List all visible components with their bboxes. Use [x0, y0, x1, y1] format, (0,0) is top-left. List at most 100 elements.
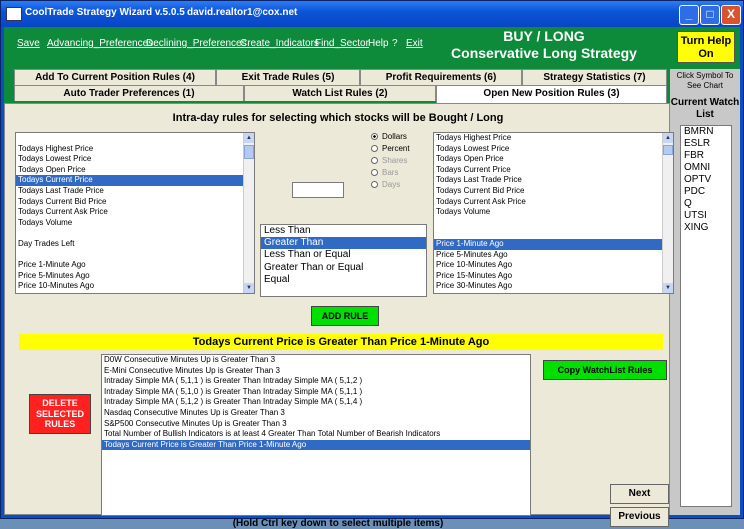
tab-auto-trader-preferences[interactable]: Auto Trader Preferences (1) — [14, 85, 244, 101]
list-item[interactable]: Todays Lowest Price — [16, 154, 254, 165]
scroll-up-icon[interactable]: ▲ — [663, 133, 673, 143]
unit-bars-radio[interactable]: Bars — [371, 168, 398, 177]
watchlist-sidebar: Click Symbol To See Chart Current Watch … — [670, 69, 740, 515]
watchlist-symbol[interactable]: ESLR — [681, 138, 731, 150]
tab-open-new-position-rules[interactable]: Open New Position Rules (3) — [436, 85, 667, 103]
list-item[interactable]: Price 10-Minutes Ago — [16, 281, 254, 292]
operator-item[interactable]: Greater Than or Equal — [261, 262, 426, 274]
list-item[interactable]: Todays Current Price — [434, 165, 673, 176]
watchlist-symbol[interactable]: UTSI — [681, 210, 731, 222]
menu-bar: Save Advancing_Preferences Declining_Pre… — [4, 27, 670, 69]
list-item[interactable]: Day Trades Left — [16, 239, 254, 250]
rule-item[interactable]: S&P500 Consecutive Minutes Up is Greater… — [102, 419, 530, 430]
list-item[interactable]: Todays Highest Price — [434, 133, 673, 144]
watchlist-title: Current Watch List — [670, 97, 740, 120]
add-rule-button[interactable]: ADD RULE — [311, 306, 379, 326]
unit-days-radio[interactable]: Days — [371, 180, 400, 189]
tab-profit-requirements[interactable]: Profit Requirements (6) — [360, 69, 522, 85]
operator-item-selected[interactable]: Greater Than — [261, 237, 426, 250]
watchlist-symbol[interactable]: Q — [681, 198, 731, 210]
list-item[interactable]: Todays Volume — [16, 218, 254, 229]
scroll-thumb[interactable] — [244, 145, 254, 159]
rule-item[interactable]: Total Number of Bullish Indicators is at… — [102, 429, 530, 440]
unit-percent-radio[interactable]: Percent — [371, 144, 410, 153]
menu-exit[interactable]: Exit — [406, 38, 423, 49]
list-item[interactable]: Todays Last Trade Price — [16, 186, 254, 197]
value-input[interactable] — [292, 182, 344, 198]
right-field-list[interactable]: Todays Highest Price Todays Lowest Price… — [433, 132, 674, 294]
current-rule-preview: Todays Current Price is Greater Than Pri… — [19, 334, 663, 350]
rule-item[interactable]: Intraday Simple MA ( 5,1,2 ) is Greater … — [102, 397, 530, 408]
scroll-down-icon[interactable]: ▼ — [244, 283, 254, 293]
copy-watchlist-rules-button[interactable]: Copy WatchList Rules — [543, 360, 667, 380]
menu-advancing-preferences[interactable]: Advancing_Preferences — [47, 38, 153, 49]
list-item[interactable]: Todays Open Price — [434, 154, 673, 165]
close-button[interactable]: X — [721, 5, 741, 25]
list-item[interactable]: Todays Volume — [434, 207, 673, 218]
list-item[interactable]: Todays Current Ask Price — [16, 207, 254, 218]
title-bar[interactable]: CoolTrade Strategy Wizard v.5.0.5 david.… — [1, 1, 743, 27]
operator-item[interactable]: Equal — [261, 274, 426, 286]
watchlist-symbol[interactable]: BMRN — [681, 126, 731, 138]
tab-watch-list-rules[interactable]: Watch List Rules (2) — [244, 85, 436, 101]
menu-question[interactable]: ? — [392, 38, 398, 49]
client-area: Save Advancing_Preferences Declining_Pre… — [4, 27, 740, 529]
rule-item[interactable]: D0W Consecutive Minutes Up is Greater Th… — [102, 355, 530, 366]
list-item[interactable]: Todays Last Trade Price — [434, 175, 673, 186]
list-item-selected[interactable]: Price 1-Minute Ago — [434, 238, 673, 250]
scroll-down-icon[interactable]: ▼ — [663, 283, 673, 293]
turn-help-on-button[interactable]: Turn Help On — [677, 31, 735, 63]
rule-item[interactable]: E-Mini Consecutive Minutes Up is Greater… — [102, 366, 530, 377]
watchlist-symbol[interactable]: XING — [681, 222, 731, 234]
unit-shares-radio[interactable]: Shares — [371, 156, 407, 165]
list-item[interactable]: Price 30-Minutes Ago — [434, 281, 673, 292]
list-item[interactable]: Todays Open Price — [16, 165, 254, 176]
menu-create-indicators[interactable]: Create_Indicators — [240, 38, 319, 49]
list-item-selected[interactable]: Todays Current Price — [16, 175, 254, 186]
rule-item[interactable]: Nasdaq Consecutive Minutes Up is Greater… — [102, 408, 530, 419]
list-item[interactable]: Todays Current Bid Price — [16, 197, 254, 208]
next-button[interactable]: Next — [610, 484, 669, 504]
left-list-scrollbar[interactable]: ▲ ▼ — [243, 133, 254, 293]
operator-item[interactable]: Less Than — [261, 225, 426, 237]
list-item[interactable]: Todays Current Ask Price — [434, 197, 673, 208]
list-item[interactable]: Price 15-Minutes Ago — [434, 271, 673, 282]
unit-dollars-radio[interactable]: Dollars — [371, 132, 407, 141]
rules-list[interactable]: D0W Consecutive Minutes Up is Greater Th… — [101, 354, 531, 516]
list-item[interactable]: Price 5-Minutes Ago — [16, 271, 254, 282]
scroll-up-icon[interactable]: ▲ — [244, 133, 254, 143]
list-item[interactable]: Price 10-Minutes Ago — [434, 260, 673, 271]
panel-heading: Intra-day rules for selecting which stoc… — [172, 112, 504, 124]
tab-add-to-current-position[interactable]: Add To Current Position Rules (4) — [14, 69, 216, 85]
menu-save[interactable]: Save — [17, 38, 40, 49]
rule-item[interactable]: Intraday Simple MA ( 5,1,0 ) is Greater … — [102, 387, 530, 398]
menu-find-sector[interactable]: Find_Sector — [315, 38, 369, 49]
watchlist-list[interactable]: BMRN ESLR FBR OMNI OPTV PDC Q UTSI XING — [680, 125, 732, 507]
maximize-button[interactable]: □ — [700, 5, 720, 25]
rule-item[interactable]: Intraday Simple MA ( 5,1,1 ) is Greater … — [102, 376, 530, 387]
list-item[interactable]: Todays Lowest Price — [434, 144, 673, 155]
menu-declining-preferences[interactable]: Declining_Preferences — [146, 38, 247, 49]
tab-strategy-statistics[interactable]: Strategy Statistics (7) — [522, 69, 667, 85]
tab-exit-trade-rules[interactable]: Exit Trade Rules (5) — [216, 69, 360, 85]
list-item[interactable]: Price 1-Minute Ago — [16, 260, 254, 271]
left-field-list[interactable]: Todays Highest Price Todays Lowest Price… — [15, 132, 255, 294]
watchlist-symbol[interactable]: OMNI — [681, 162, 731, 174]
strategy-name: Conservative Long Strategy — [451, 45, 637, 61]
watchlist-symbol[interactable]: OPTV — [681, 174, 731, 186]
menu-help[interactable]: Help — [368, 38, 389, 49]
delete-selected-rules-button[interactable]: DELETE SELECTED RULES — [29, 394, 91, 434]
right-list-scrollbar[interactable]: ▲ ▼ — [662, 133, 673, 293]
operator-item[interactable]: Less Than or Equal — [261, 249, 426, 261]
rule-item-selected[interactable]: Todays Current Price is Greater Than Pri… — [102, 439, 530, 451]
watchlist-symbol[interactable]: PDC — [681, 186, 731, 198]
list-item[interactable]: Todays Current Bid Price — [434, 186, 673, 197]
minimize-button[interactable]: _ — [679, 5, 699, 25]
watchlist-symbol[interactable]: FBR — [681, 150, 731, 162]
list-item[interactable]: Price 5-Minutes Ago — [434, 250, 673, 261]
operator-list[interactable]: Less Than Greater Than Less Than or Equa… — [260, 224, 427, 297]
list-item[interactable]: Todays Highest Price — [16, 144, 254, 155]
scroll-thumb[interactable] — [663, 145, 673, 155]
open-new-position-panel: Intra-day rules for selecting which stoc… — [4, 103, 674, 529]
list-item — [434, 218, 673, 229]
